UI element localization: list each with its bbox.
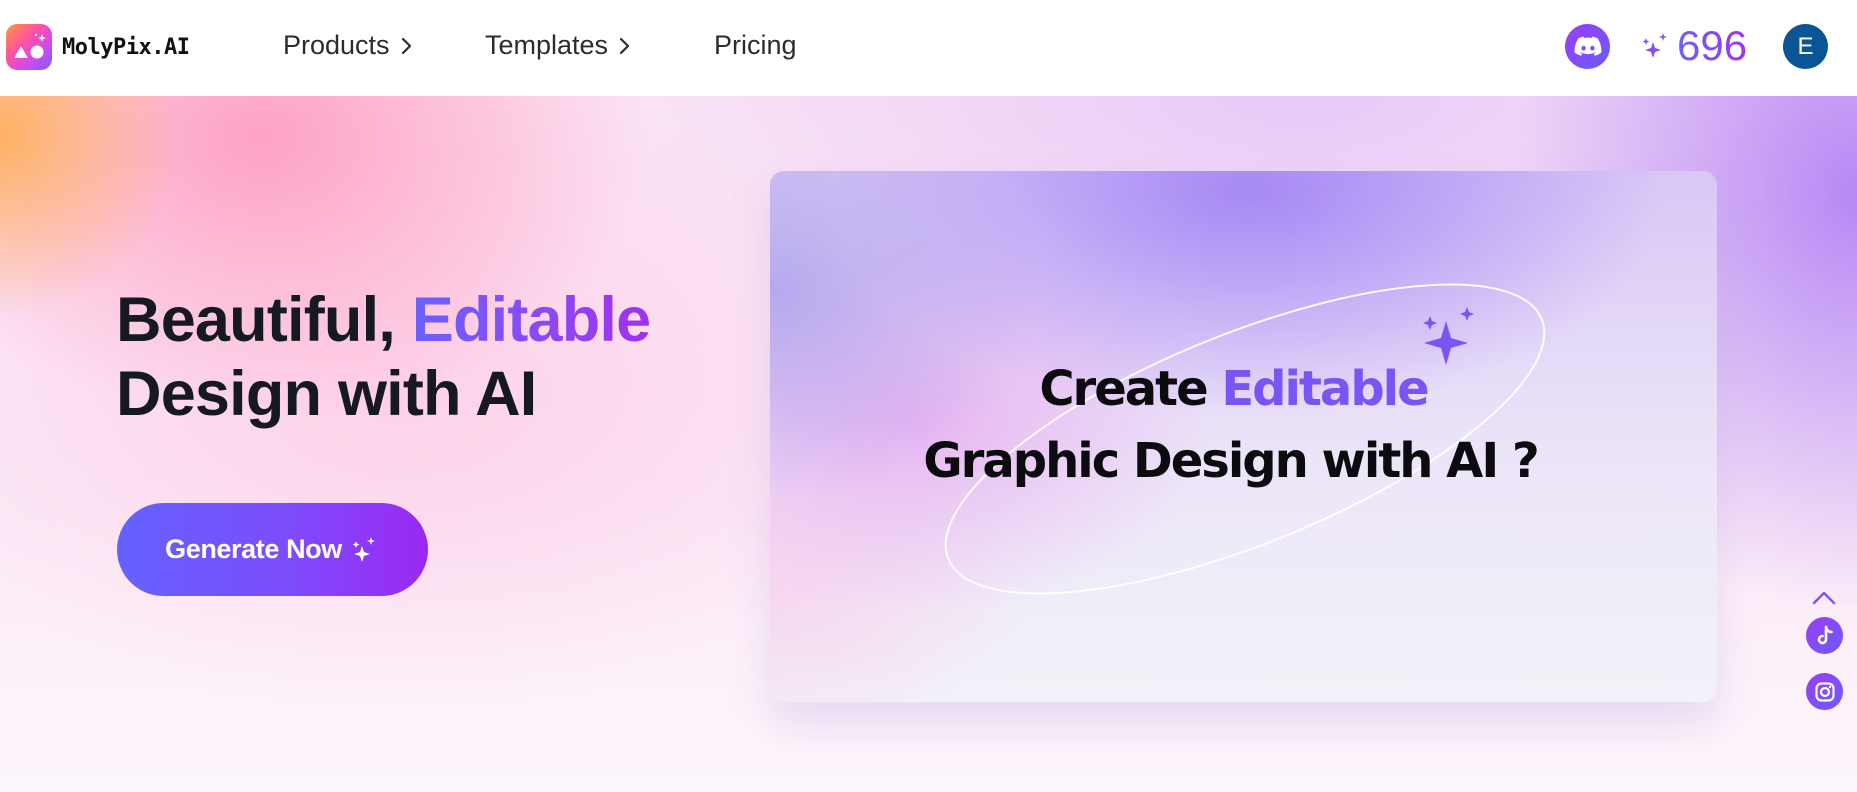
nav-pricing-label: Pricing	[714, 30, 797, 60]
hero-title-part1: Beautiful,	[116, 285, 412, 355]
top-navbar: MolyPix.AI Products Templates Pricing 69…	[0, 0, 1857, 96]
preview-line1-part1: Create	[1039, 361, 1222, 417]
generate-now-label: Generate Now	[165, 534, 342, 564]
chevron-up-icon	[1812, 591, 1836, 605]
nav-pricing[interactable]: Pricing	[714, 30, 797, 61]
discord-button[interactable]	[1565, 24, 1610, 69]
sparkles-icon	[352, 536, 375, 562]
brand-name: MolyPix.AI	[62, 34, 190, 60]
preview-headline-line2: Graphic Design with AI ?	[923, 433, 1539, 489]
user-avatar[interactable]: E	[1783, 24, 1828, 69]
chevron-right-icon	[619, 37, 630, 54]
discord-icon	[1574, 36, 1601, 56]
tiktok-icon	[1817, 625, 1833, 644]
brand-logo-link[interactable]: MolyPix.AI	[6, 24, 190, 70]
hero-preview-card[interactable]: Create Editable Graphic Design with AI ?	[770, 171, 1717, 702]
molypix-logo-icon	[6, 24, 52, 70]
avatar-initial: E	[1797, 32, 1814, 60]
hero-title-accent: Editable	[411, 285, 651, 355]
generate-now-button[interactable]: Generate Now	[117, 503, 428, 596]
hero-title-part2: Design with AI	[116, 359, 537, 429]
tiktok-link[interactable]	[1806, 617, 1843, 654]
credits-count: 696	[1677, 20, 1747, 72]
hero-section: Beautiful, Editable Design with AI Gener…	[0, 96, 1857, 792]
nav-products-label: Products	[283, 30, 390, 60]
nav-products[interactable]: Products	[283, 30, 416, 61]
scroll-to-top-button[interactable]	[1809, 587, 1839, 609]
preview-line1-accent: Editable	[1221, 361, 1429, 417]
instagram-icon	[1814, 681, 1835, 702]
preview-headline-line1: Create Editable	[770, 361, 1707, 417]
sparkle-stars-icon	[1423, 307, 1474, 365]
sparkles-icon	[1642, 33, 1667, 58]
nav-templates-label: Templates	[485, 30, 609, 60]
chevron-right-icon	[401, 37, 411, 54]
nav-templates[interactable]: Templates	[485, 30, 634, 61]
hero-title: Beautiful, Editable Design with AI	[116, 283, 651, 431]
credits-balance[interactable]: 696	[1641, 20, 1747, 72]
instagram-link[interactable]	[1806, 673, 1843, 710]
